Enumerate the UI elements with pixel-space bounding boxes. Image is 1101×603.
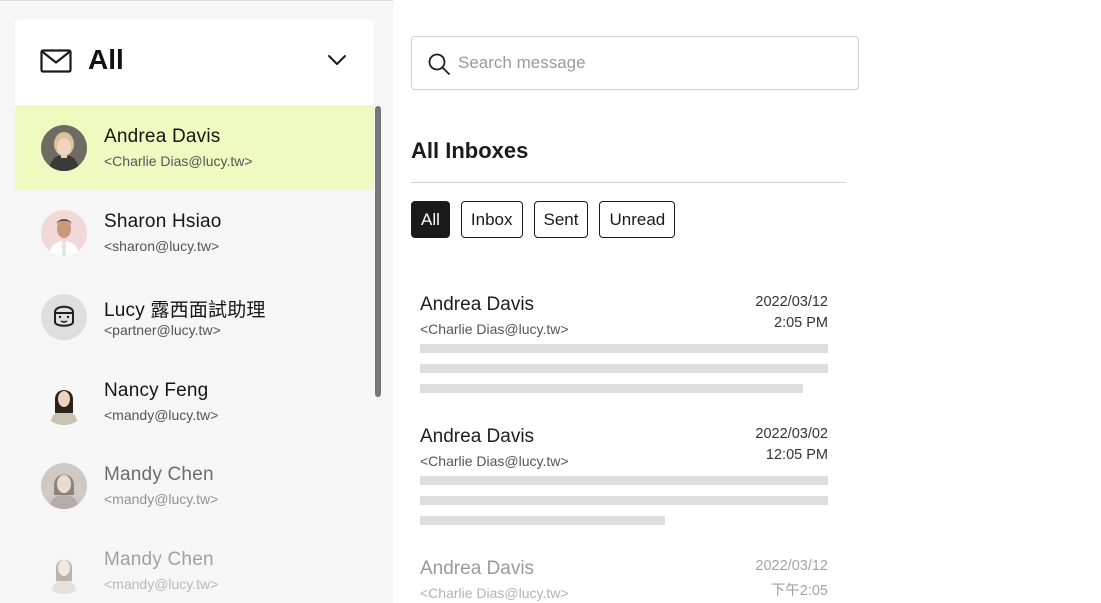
- message-item[interactable]: Andrea Davis <Charlie Dias@lucy.tw> 2022…: [420, 294, 828, 394]
- search-icon: [428, 53, 450, 75]
- message-date: 2022/03/12: [755, 294, 828, 310]
- avatar: [41, 125, 87, 171]
- preview-placeholder: [420, 496, 828, 505]
- avatar: [41, 463, 87, 510]
- preview-placeholder: [420, 476, 828, 485]
- contact-item[interactable]: Lucy 露西面試助理 <partner@lucy.tw>: [15, 274, 374, 359]
- message-date: 2022/03/12: [755, 558, 828, 574]
- avatar: [41, 378, 87, 425]
- message-address: <Charlie Dias@lucy.tw>: [420, 321, 569, 337]
- contact-name: Mandy Chen: [104, 464, 214, 486]
- preview-placeholder: [420, 384, 803, 393]
- contact-email: <Charlie Dias@lucy.tw>: [104, 153, 253, 169]
- contact-email: <mandy@lucy.tw>: [104, 575, 219, 592]
- contact-email: <mandy@lucy.tw>: [104, 491, 219, 508]
- divider: [411, 182, 846, 183]
- filter-sent-button[interactable]: Sent: [533, 201, 589, 238]
- chevron-down-icon[interactable]: [327, 53, 347, 67]
- message-time: 下午2:05: [770, 583, 828, 599]
- contact-name: Sharon Hsiao: [104, 210, 222, 232]
- contact-item[interactable]: Andrea Davis <Charlie Dias@lucy.tw>: [15, 105, 374, 190]
- avatar: [41, 209, 87, 256]
- contact-email: <sharon@lucy.tw>: [104, 237, 220, 254]
- contact-email: <partner@lucy.tw>: [104, 322, 221, 339]
- contact-item[interactable]: Mandy Chen <mandy@lucy.tw>: [15, 443, 374, 528]
- contact-item[interactable]: Nancy Feng <mandy@lucy.tw>: [15, 359, 374, 444]
- message-time: 2:05 PM: [774, 315, 828, 331]
- message-time: 12:05 PM: [765, 447, 828, 463]
- folder-title: All: [88, 44, 124, 75]
- filter-tabs: All Inbox Sent Unread: [411, 201, 676, 238]
- filter-all-button[interactable]: All: [411, 201, 450, 238]
- contact-name: Nancy Feng: [104, 379, 209, 401]
- filter-inbox-button[interactable]: Inbox: [460, 201, 523, 238]
- contact-name: Andrea Davis: [104, 126, 221, 147]
- message-sender: Andrea Davis: [420, 294, 535, 315]
- search-box[interactable]: [411, 36, 859, 90]
- sidebar: All Andrea Davis <Charlie Dias@lucy.tw>: [0, 0, 393, 603]
- mail-icon: [40, 49, 72, 73]
- message-sender: Andrea Davis: [420, 426, 535, 447]
- folder-selector[interactable]: All: [15, 19, 374, 105]
- preview-placeholder: [420, 344, 828, 353]
- avatar: [41, 294, 87, 341]
- search-input[interactable]: [458, 49, 838, 77]
- contact-list: Andrea Davis <Charlie Dias@lucy.tw> Shar…: [15, 105, 374, 603]
- contact-item[interactable]: Sharon Hsiao <sharon@lucy.tw>: [15, 190, 374, 275]
- scrollbar-thumb[interactable]: [375, 106, 381, 397]
- contact-name: Lucy 露西面試助理: [104, 300, 266, 322]
- preview-placeholder: [420, 364, 828, 373]
- message-date: 2022/03/02: [755, 426, 828, 442]
- contact-name: Mandy Chen: [104, 548, 214, 570]
- message-item[interactable]: Andrea Davis <Charlie Dias@lucy.tw> 2022…: [420, 426, 828, 526]
- avatar: [41, 547, 87, 594]
- contact-email: <mandy@lucy.tw>: [104, 406, 219, 423]
- page-title: All Inboxes: [411, 138, 529, 163]
- message-sender: Andrea Davis: [420, 558, 535, 579]
- filter-unread-button[interactable]: Unread: [599, 201, 676, 238]
- preview-placeholder: [420, 516, 665, 525]
- message-address: <Charlie Dias@lucy.tw>: [420, 453, 569, 469]
- contact-item[interactable]: Mandy Chen <mandy@lucy.tw>: [15, 528, 374, 603]
- message-address: <Charlie Dias@lucy.tw>: [420, 585, 569, 601]
- message-item[interactable]: Andrea Davis <Charlie Dias@lucy.tw> 2022…: [420, 558, 828, 603]
